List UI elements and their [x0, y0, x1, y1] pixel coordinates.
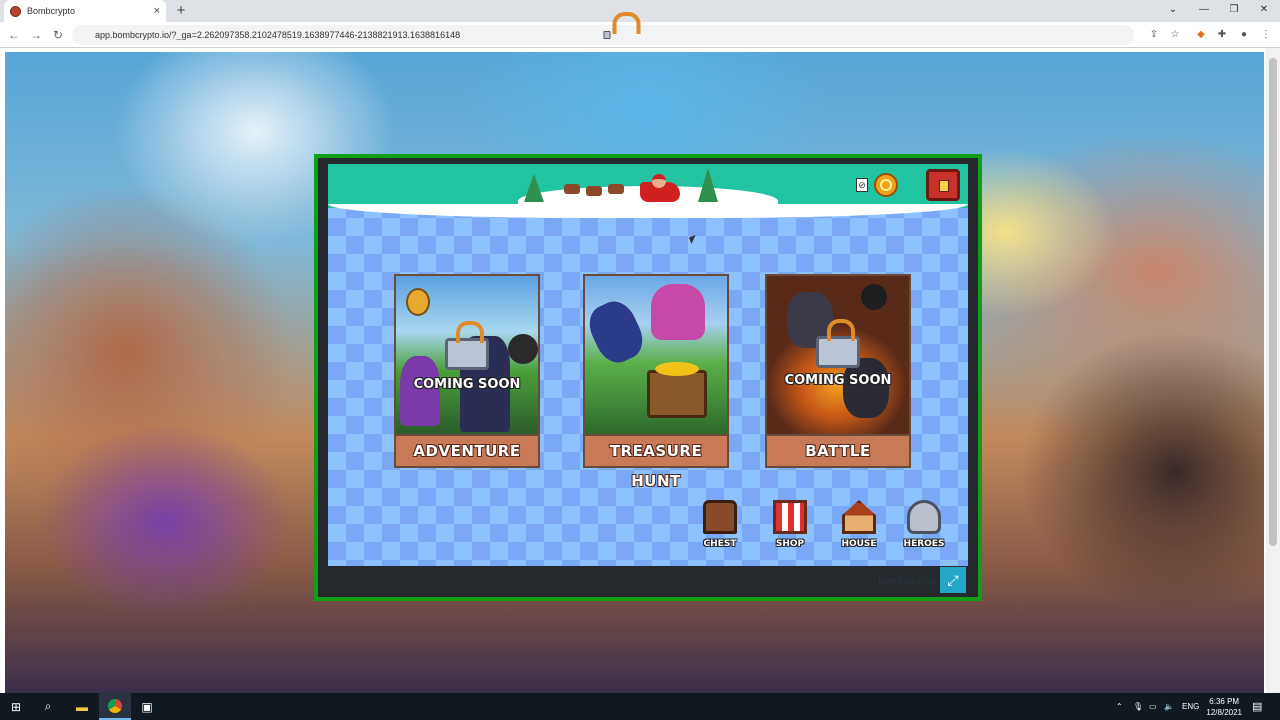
network-icon[interactable]: ▭ — [1149, 693, 1157, 720]
volume-icon[interactable]: 🔈 — [1164, 693, 1174, 720]
menu-chest[interactable]: CHEST — [692, 500, 748, 549]
snow-edge — [328, 204, 968, 218]
padlock-icon — [816, 319, 860, 368]
url-text: app.bombcrypto.io/?_ga=2.262097358.21024… — [95, 30, 461, 40]
padlock-icon — [445, 321, 489, 370]
hud-currency: ⊘ — [856, 173, 898, 197]
game-canvas[interactable]: ⊘ COMING SOON ADVENTURE TREASURE HUNT CO… — [328, 164, 968, 566]
page-scrollbar[interactable] — [1266, 48, 1280, 693]
metamask-icon[interactable]: ◆ — [1193, 27, 1209, 43]
adventure-coming-soon: COMING SOON — [413, 377, 521, 392]
menu-heroes-label: HEROES — [903, 539, 945, 549]
scrollbar-thumb[interactable] — [1269, 58, 1277, 546]
profile-avatar-icon[interactable]: ● — [1236, 27, 1252, 43]
treasure-chest-art-icon — [647, 370, 707, 418]
bombcrypto-footer-brand: bombcrypto — [878, 575, 936, 587]
adventure-art: COMING SOON — [396, 276, 538, 434]
witch-hero-character — [651, 284, 705, 340]
reload-icon[interactable]: ↻ — [48, 25, 68, 45]
clock[interactable]: 6:36 PM 12/8/2021 — [1206, 696, 1242, 718]
santa-sleigh-icon — [560, 174, 690, 204]
shop-icon — [773, 500, 807, 534]
ninja-hero-character — [585, 295, 650, 369]
menu-shop-label: SHOP — [775, 539, 805, 549]
bomb-icon — [861, 284, 887, 310]
christmas-tree-icon — [698, 168, 718, 202]
clock-time: 6:36 PM — [1209, 697, 1240, 706]
gold-coins-icon — [655, 362, 699, 376]
adventure-card[interactable]: COMING SOON ADVENTURE — [394, 274, 540, 468]
restore-button[interactable]: ❐ — [1219, 0, 1249, 22]
menu-chest-label: CHEST — [703, 539, 737, 549]
app-window-icon[interactable]: ▣ — [131, 693, 163, 720]
menu-house-label: HOUSE — [841, 539, 877, 549]
bookmark-star-icon[interactable]: ☆ — [1167, 27, 1183, 43]
chrome-taskbar-icon[interactable] — [99, 693, 131, 720]
forward-arrow-icon[interactable]: → — [26, 25, 46, 45]
back-arrow-icon[interactable]: ← — [4, 25, 24, 45]
battle-card[interactable]: COMING SOON BATTLE — [765, 274, 911, 468]
treasure-hunt-label: TREASURE HUNT — [583, 434, 729, 490]
bombcrypto-favicon-icon — [10, 5, 21, 17]
battle-label: BATTLE — [765, 434, 911, 468]
fullscreen-button[interactable]: ⤢ — [940, 567, 966, 593]
address-bar[interactable]: app.bombcrypto.io/?_ga=2.262097358.21024… — [72, 12, 1134, 45]
menu-shop[interactable]: SHOP — [762, 500, 818, 549]
language-indicator[interactable]: ENG — [1182, 693, 1199, 720]
share-icon[interactable]: ⇪ — [1146, 27, 1162, 43]
bcoin-icon[interactable] — [874, 173, 898, 197]
battle-art: COMING SOON — [767, 276, 909, 434]
file-explorer-icon[interactable]: ▬ — [66, 693, 98, 720]
notifications-icon[interactable]: ▤ — [1252, 693, 1262, 720]
mouse-cursor-icon — [689, 235, 698, 244]
web-page: ⊘ COMING SOON ADVENTURE TREASURE HUNT CO… — [0, 48, 1280, 693]
treasure-hunt-card[interactable]: TREASURE HUNT — [583, 274, 729, 490]
browser-toolbar: ← → ↻ app.bombcrypto.io/?_ga=2.262097358… — [0, 12, 1280, 48]
house-icon — [842, 500, 876, 534]
christmas-tree-icon — [524, 174, 544, 202]
minimize-button[interactable]: — — [1189, 0, 1219, 22]
tab-bombcrypto[interactable]: Bombcrypto × — [4, 0, 166, 22]
hot-air-balloon-icon — [406, 288, 430, 316]
menu-house[interactable]: HOUSE — [831, 500, 887, 549]
lock-icon — [603, 12, 641, 39]
hero-icon — [907, 500, 941, 534]
chest-icon — [703, 500, 737, 534]
microphone-icon[interactable]: 🎙 — [1133, 693, 1143, 720]
close-window-button[interactable]: ✕ — [1249, 0, 1279, 22]
menu-heroes[interactable]: HEROES — [896, 500, 952, 549]
windows-start-icon[interactable]: ⊞ — [0, 693, 32, 720]
bomb-icon — [508, 334, 538, 364]
new-tab-button[interactable]: + — [172, 2, 190, 20]
tab-title: Bombcrypto — [27, 6, 76, 16]
tab-strip: Bombcrypto × + ⌄ — ❐ ✕ — [0, 0, 1280, 22]
clock-date: 12/8/2021 — [1206, 708, 1242, 717]
extensions-puzzle-icon[interactable]: ✚ — [1214, 27, 1230, 43]
adventure-label: ADVENTURE — [394, 434, 540, 468]
search-icon[interactable]: ⌕ — [32, 693, 64, 720]
tray-chevron-icon[interactable]: ⌃ — [1116, 693, 1123, 720]
game-frame: ⊘ COMING SOON ADVENTURE TREASURE HUNT CO… — [314, 154, 982, 601]
hud-small-icon[interactable]: ⊘ — [856, 178, 868, 192]
treasure-hunt-art — [585, 276, 727, 434]
browser-menu-icon[interactable]: ⋮ — [1258, 27, 1274, 43]
tab-search-icon[interactable]: ⌄ — [1158, 0, 1188, 22]
battle-coming-soon: COMING SOON — [784, 373, 892, 388]
tab-close-icon[interactable]: × — [154, 5, 160, 17]
treasure-chest-icon[interactable] — [926, 169, 960, 201]
windows-taskbar: ⊞ ⌕ ▬ ▣ ⌃ 🎙 ▭ 🔈 ENG 6:36 PM 12/8/2021 ▤ — [0, 693, 1280, 720]
